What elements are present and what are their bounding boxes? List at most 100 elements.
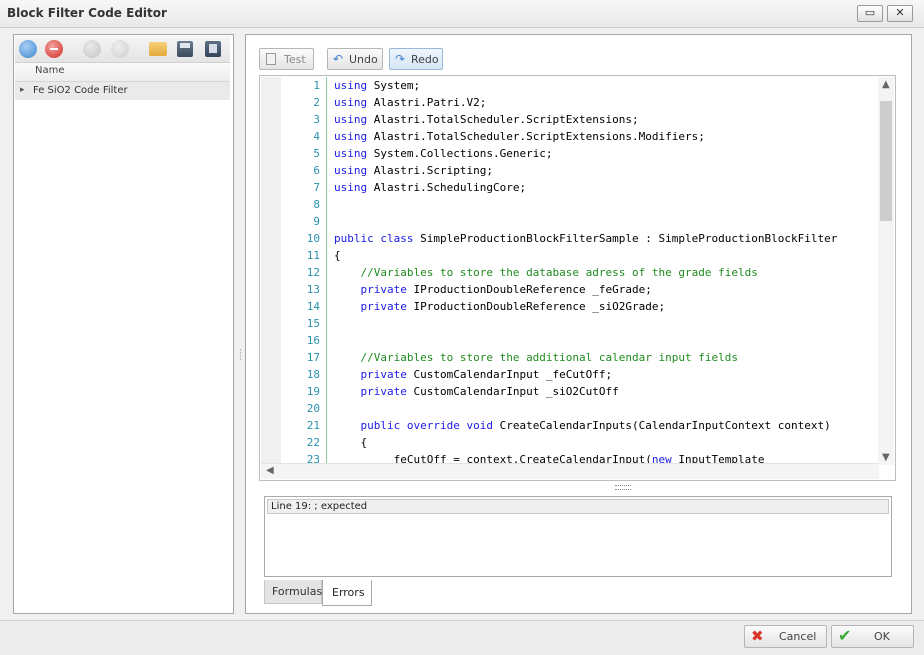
panel-splitter-handle[interactable]: · · · · (239, 347, 242, 365)
restore-button[interactable]: ▭ (857, 5, 883, 22)
line-numbers: 1 2 3 4 5 6 7 8 9 10 11 12 13 14 15 16 17 18 19 20 21 22 23 (282, 77, 320, 468)
ok-button[interactable]: ✔ OK (831, 625, 914, 648)
open-folder-icon[interactable] (149, 42, 167, 56)
filter-list-panel: Name ▸ Fe SiO2 Code Filter (13, 34, 234, 614)
code-editor[interactable]: 1 2 3 4 5 6 7 8 9 10 11 12 13 14 15 16 17 18 19 20 21 22 23 us… (259, 75, 896, 481)
editor-splitter-handle[interactable] (615, 485, 631, 490)
move-up-icon[interactable] (111, 40, 129, 58)
gutter-separator (326, 77, 327, 465)
check-icon: ✔ (838, 626, 852, 645)
code-line[interactable]: //Variables to store the database adress… (334, 264, 879, 281)
scroll-up-icon[interactable]: ▲ (882, 79, 890, 90)
code-token: Alastri.TotalScheduler.ScriptExtensions; (367, 113, 639, 126)
code-keyword: private (360, 283, 407, 296)
code-line[interactable]: private IProductionDoubleReference _siO2… (334, 298, 879, 315)
expand-icon[interactable]: ▸ (20, 85, 25, 95)
code-line[interactable]: private IProductionDoubleReference _feGr… (334, 281, 879, 298)
list-item[interactable]: ▸ Fe SiO2 Code Filter (15, 82, 230, 100)
horizontal-scrollbar[interactable]: ◀ (261, 463, 879, 479)
tab-errors[interactable]: Errors (322, 580, 372, 606)
delete-icon[interactable] (45, 40, 63, 58)
line-number: 5 (313, 147, 320, 160)
list-column-header[interactable]: Name (15, 63, 230, 82)
code-token: CustomCalendarInput _feCutOff; (406, 368, 613, 381)
code-token: Alastri.SchedulingCore; (367, 181, 527, 194)
line-number: 18 (306, 368, 320, 381)
code-token: Alastri.TotalScheduler.ScriptExtensions.… (367, 130, 705, 143)
tab-formulas[interactable]: Formulas (264, 580, 322, 604)
code-line[interactable] (334, 332, 879, 349)
code-token: IProductionDoubleReference _siO2Grade; (406, 300, 666, 313)
line-number: 8 (313, 198, 320, 211)
code-line[interactable]: { (334, 247, 879, 264)
table-row[interactable]: Line 19: ; expected (267, 499, 889, 514)
code-keyword: using (334, 181, 368, 194)
code-line[interactable]: using System; (334, 77, 879, 94)
window-title: Block Filter Code Editor (7, 6, 167, 20)
code-token: SimpleProductionBlockFilterSample : Simp… (413, 232, 838, 245)
vertical-scrollbar[interactable]: ▲ ▼ (878, 77, 894, 465)
undo-button[interactable]: ↶ Undo (327, 48, 383, 70)
line-number: 13 (306, 283, 320, 296)
code-keyword: using (334, 79, 368, 92)
close-button[interactable]: ✕ (887, 5, 913, 22)
code-line[interactable]: using Alastri.SchedulingCore; (334, 179, 879, 196)
code-line[interactable] (334, 315, 879, 332)
code-keyword: using (334, 164, 368, 177)
scroll-thumb[interactable] (880, 101, 892, 221)
code-line[interactable] (334, 196, 879, 213)
save-icon[interactable] (177, 41, 193, 57)
redo-icon: ↷ (395, 52, 406, 66)
redo-button[interactable]: ↷ Redo (389, 48, 443, 70)
code-comment: //Variables to store the additional cale… (360, 351, 739, 364)
errors-panel: Line 19: ; expected (264, 496, 892, 577)
undo-icon: ↶ (333, 52, 344, 66)
code-line[interactable]: private CustomCalendarInput _feCutOff; (334, 366, 879, 383)
code-keyword: private (360, 368, 407, 381)
scroll-left-icon[interactable]: ◀ (266, 465, 274, 476)
code-token: Alastri.Scripting; (367, 164, 493, 177)
code-token: { (334, 436, 368, 449)
line-number: 1 (313, 79, 320, 92)
code-line[interactable] (334, 400, 879, 417)
scroll-down-icon[interactable]: ▼ (882, 452, 890, 463)
code-line[interactable]: public class SimpleProductionBlockFilter… (334, 230, 879, 247)
code-line[interactable]: using Alastri.TotalScheduler.ScriptExten… (334, 128, 879, 145)
code-keyword: using (334, 113, 368, 126)
line-number: 10 (306, 232, 320, 245)
left-toolbar (15, 36, 230, 63)
code-keyword: public override void (360, 419, 493, 432)
copy-icon[interactable] (205, 41, 221, 57)
ok-label: OK (874, 630, 890, 643)
code-token: Alastri.Patri.V2; (367, 96, 487, 109)
code-line[interactable] (334, 213, 879, 230)
move-down-icon[interactable] (83, 40, 101, 58)
filter-name: Fe SiO2 Code Filter (33, 85, 128, 96)
cancel-button[interactable]: ✖ Cancel (744, 625, 827, 648)
code-line[interactable]: private CustomCalendarInput _siO2CutOff (334, 383, 879, 400)
editor-gutter (261, 77, 281, 465)
code-line[interactable]: using Alastri.Patri.V2; (334, 94, 879, 111)
code-keyword: public class (334, 232, 414, 245)
line-number: 9 (313, 215, 320, 228)
tab-errors-label: Errors (332, 586, 365, 599)
test-button[interactable]: Test (259, 48, 314, 70)
code-line[interactable]: using System.Collections.Generic; (334, 145, 879, 162)
add-icon[interactable] (19, 40, 37, 58)
code-line[interactable]: using Alastri.Scripting; (334, 162, 879, 179)
line-number: 4 (313, 130, 320, 143)
code-line[interactable]: public override void CreateCalendarInput… (334, 417, 879, 434)
code-line[interactable]: //Variables to store the additional cale… (334, 349, 879, 366)
code-token: CreateCalendarInputs(CalendarInputContex… (492, 419, 831, 432)
code-text[interactable]: using System; using Alastri.Patri.V2; usin… (334, 77, 879, 468)
line-number: 21 (306, 419, 320, 432)
code-token: { (334, 249, 341, 262)
code-line[interactable]: { (334, 434, 879, 451)
line-number: 15 (306, 317, 320, 330)
code-line[interactable]: using Alastri.TotalScheduler.ScriptExten… (334, 111, 879, 128)
line-number: 11 (306, 249, 320, 262)
test-icon (266, 53, 276, 65)
